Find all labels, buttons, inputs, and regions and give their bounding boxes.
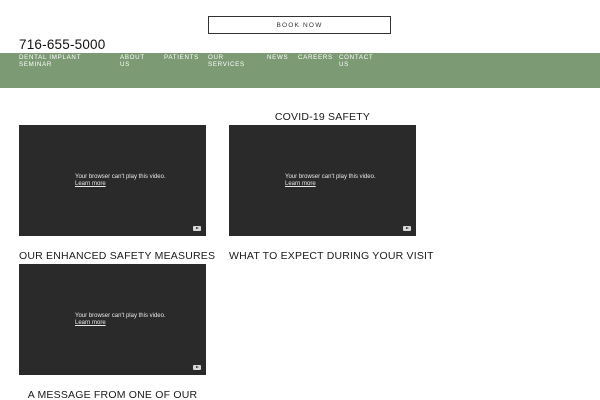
video-error-text: Your browser can't play this video. xyxy=(75,313,166,319)
youtube-icon[interactable] xyxy=(193,226,201,231)
message-title: A MESSAGE FROM ONE OF OUR xyxy=(27,389,198,400)
video-player[interactable]: Your browser can't play this video. Lear… xyxy=(19,264,206,375)
nav-item-about-us[interactable]: ABOUT US xyxy=(120,54,145,68)
video-player[interactable]: Your browser can't play this video. Lear… xyxy=(19,125,206,236)
nav-item-careers[interactable]: CAREERS xyxy=(298,54,333,61)
nav-item-contact-us[interactable]: CONTACT US xyxy=(339,54,373,68)
covid-safety-title: COVID-19 SAFETY xyxy=(274,111,371,123)
video-error-text: Your browser can't play this video. xyxy=(75,174,166,180)
nav-item-line: US xyxy=(120,61,130,68)
main-nav: DENTAL IMPLANT SEMINAR ABOUT US PATIENTS… xyxy=(0,53,600,88)
nav-item-line: DENTAL IMPLANT xyxy=(19,54,82,61)
video-error-message: Your browser can't play this video. Lear… xyxy=(75,313,166,327)
video-player[interactable]: Your browser can't play this video. Lear… xyxy=(229,125,416,236)
video-error-text: Your browser can't play this video. xyxy=(285,174,376,180)
learn-more-link[interactable]: Learn more xyxy=(75,181,166,188)
phone-number[interactable]: 716-655-5000 xyxy=(19,37,105,52)
what-to-expect-title: WHAT TO EXPECT DURING YOUR VISIT xyxy=(229,250,434,262)
nav-item-news[interactable]: NEWS xyxy=(267,54,288,61)
nav-item-line: PATIENTS xyxy=(164,54,199,61)
nav-item-line: OUR xyxy=(208,54,224,61)
video-error-message: Your browser can't play this video. Lear… xyxy=(285,174,376,188)
learn-more-link[interactable]: Learn more xyxy=(75,320,166,327)
nav-item-line: CONTACT xyxy=(339,54,374,61)
nav-item-patients[interactable]: PATIENTS xyxy=(164,54,199,61)
video-error-message: Your browser can't play this video. Lear… xyxy=(75,174,166,188)
learn-more-link[interactable]: Learn more xyxy=(285,181,376,188)
nav-item-line: US xyxy=(339,61,349,68)
nav-item-dental-implant-seminar[interactable]: DENTAL IMPLANT SEMINAR xyxy=(19,54,81,68)
nav-item-line: SEMINAR xyxy=(19,61,53,68)
nav-item-line: NEWS xyxy=(267,54,289,61)
nav-item-our-services[interactable]: OUR SERVICES xyxy=(208,54,245,68)
youtube-icon[interactable] xyxy=(403,226,411,231)
youtube-icon[interactable] xyxy=(193,365,201,370)
book-now-button[interactable]: BOOK NOW xyxy=(208,16,391,34)
nav-item-line: ABOUT xyxy=(120,54,145,61)
enhanced-safety-title: OUR ENHANCED SAFETY MEASURES xyxy=(19,250,216,262)
nav-item-line: CAREERS xyxy=(298,54,333,61)
nav-item-line: SERVICES xyxy=(208,61,245,68)
